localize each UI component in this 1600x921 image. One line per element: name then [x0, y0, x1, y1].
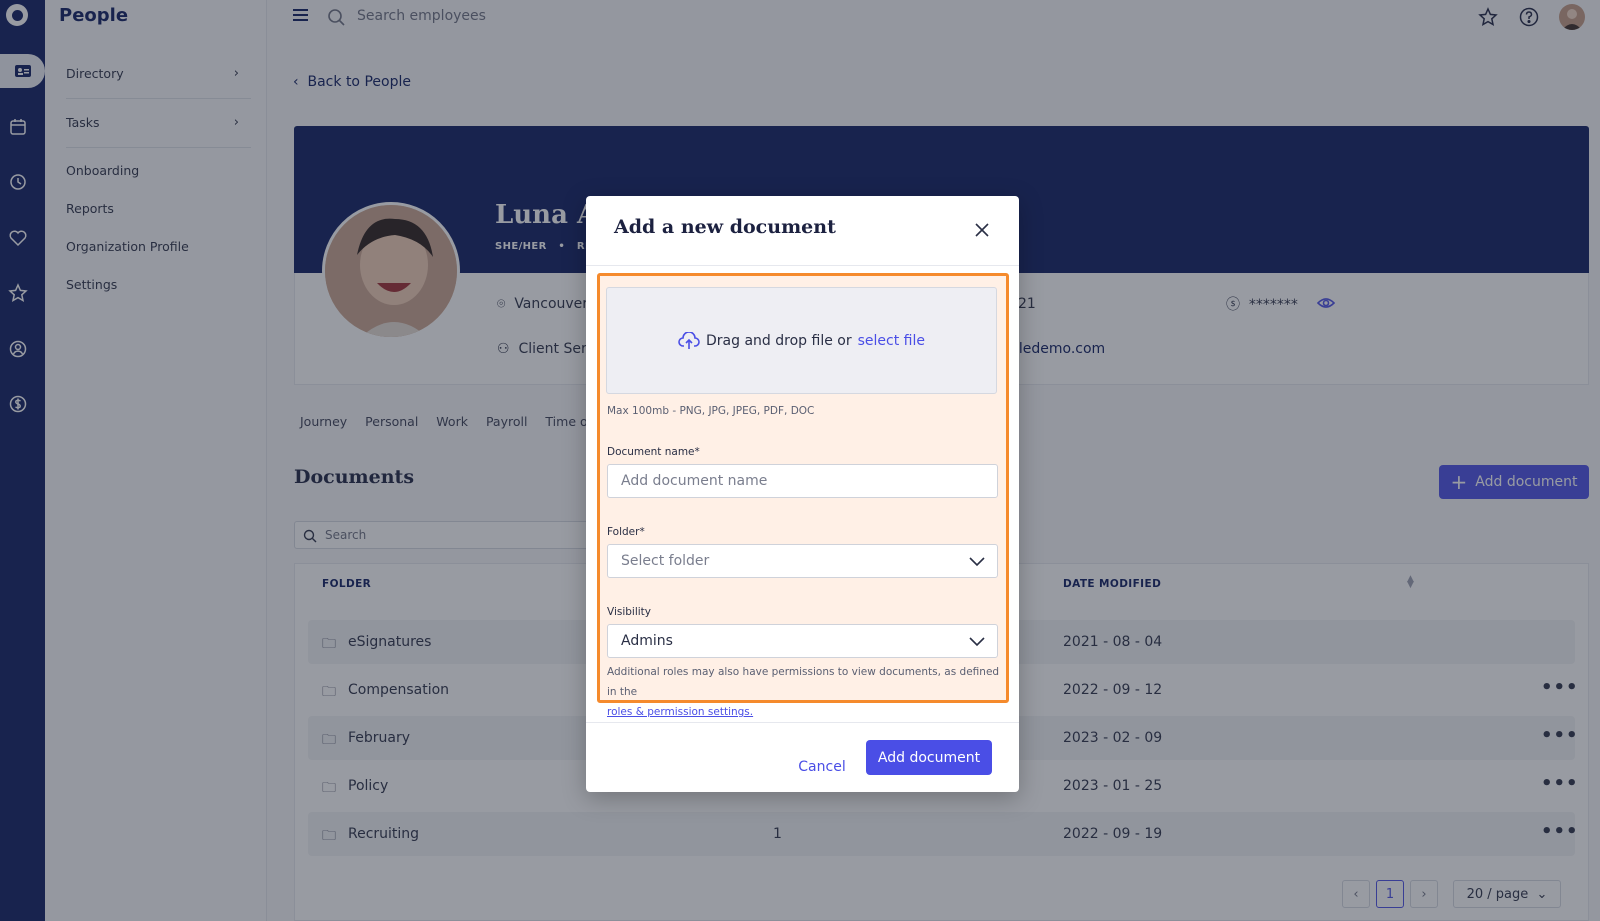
visibility-select[interactable]: Admins	[607, 624, 998, 658]
divider	[586, 722, 1019, 723]
chevron-down-icon	[969, 557, 985, 567]
add-document-modal: Add a new document Drag and drop file or…	[586, 196, 1019, 792]
folder-label: Folder*	[607, 526, 645, 538]
drop-text: Drag and drop file or	[706, 332, 852, 349]
document-name-label: Document name*	[607, 446, 700, 458]
document-name-input[interactable]: Add document name	[607, 464, 998, 498]
visibility-label: Visibility	[607, 606, 652, 618]
upload-cloud-icon	[678, 331, 700, 349]
visibility-note: Additional roles may also have permissio…	[607, 666, 1000, 718]
divider	[586, 265, 1019, 266]
close-icon[interactable]	[974, 222, 990, 238]
modal-title: Add a new document	[614, 216, 836, 238]
file-drop-zone[interactable]: Drag and drop file or select file	[606, 287, 997, 394]
add-document-submit-button[interactable]: Add document	[866, 740, 992, 775]
file-size-hint: Max 100mb - PNG, JPG, JPEG, PDF, DOC	[607, 405, 815, 417]
chevron-down-icon	[969, 637, 985, 647]
roles-permission-settings-link[interactable]: roles & permission settings.	[607, 706, 753, 718]
cancel-button[interactable]: Cancel	[792, 750, 852, 784]
select-file-link[interactable]: select file	[858, 333, 925, 349]
folder-select[interactable]: Select folder	[607, 544, 998, 578]
